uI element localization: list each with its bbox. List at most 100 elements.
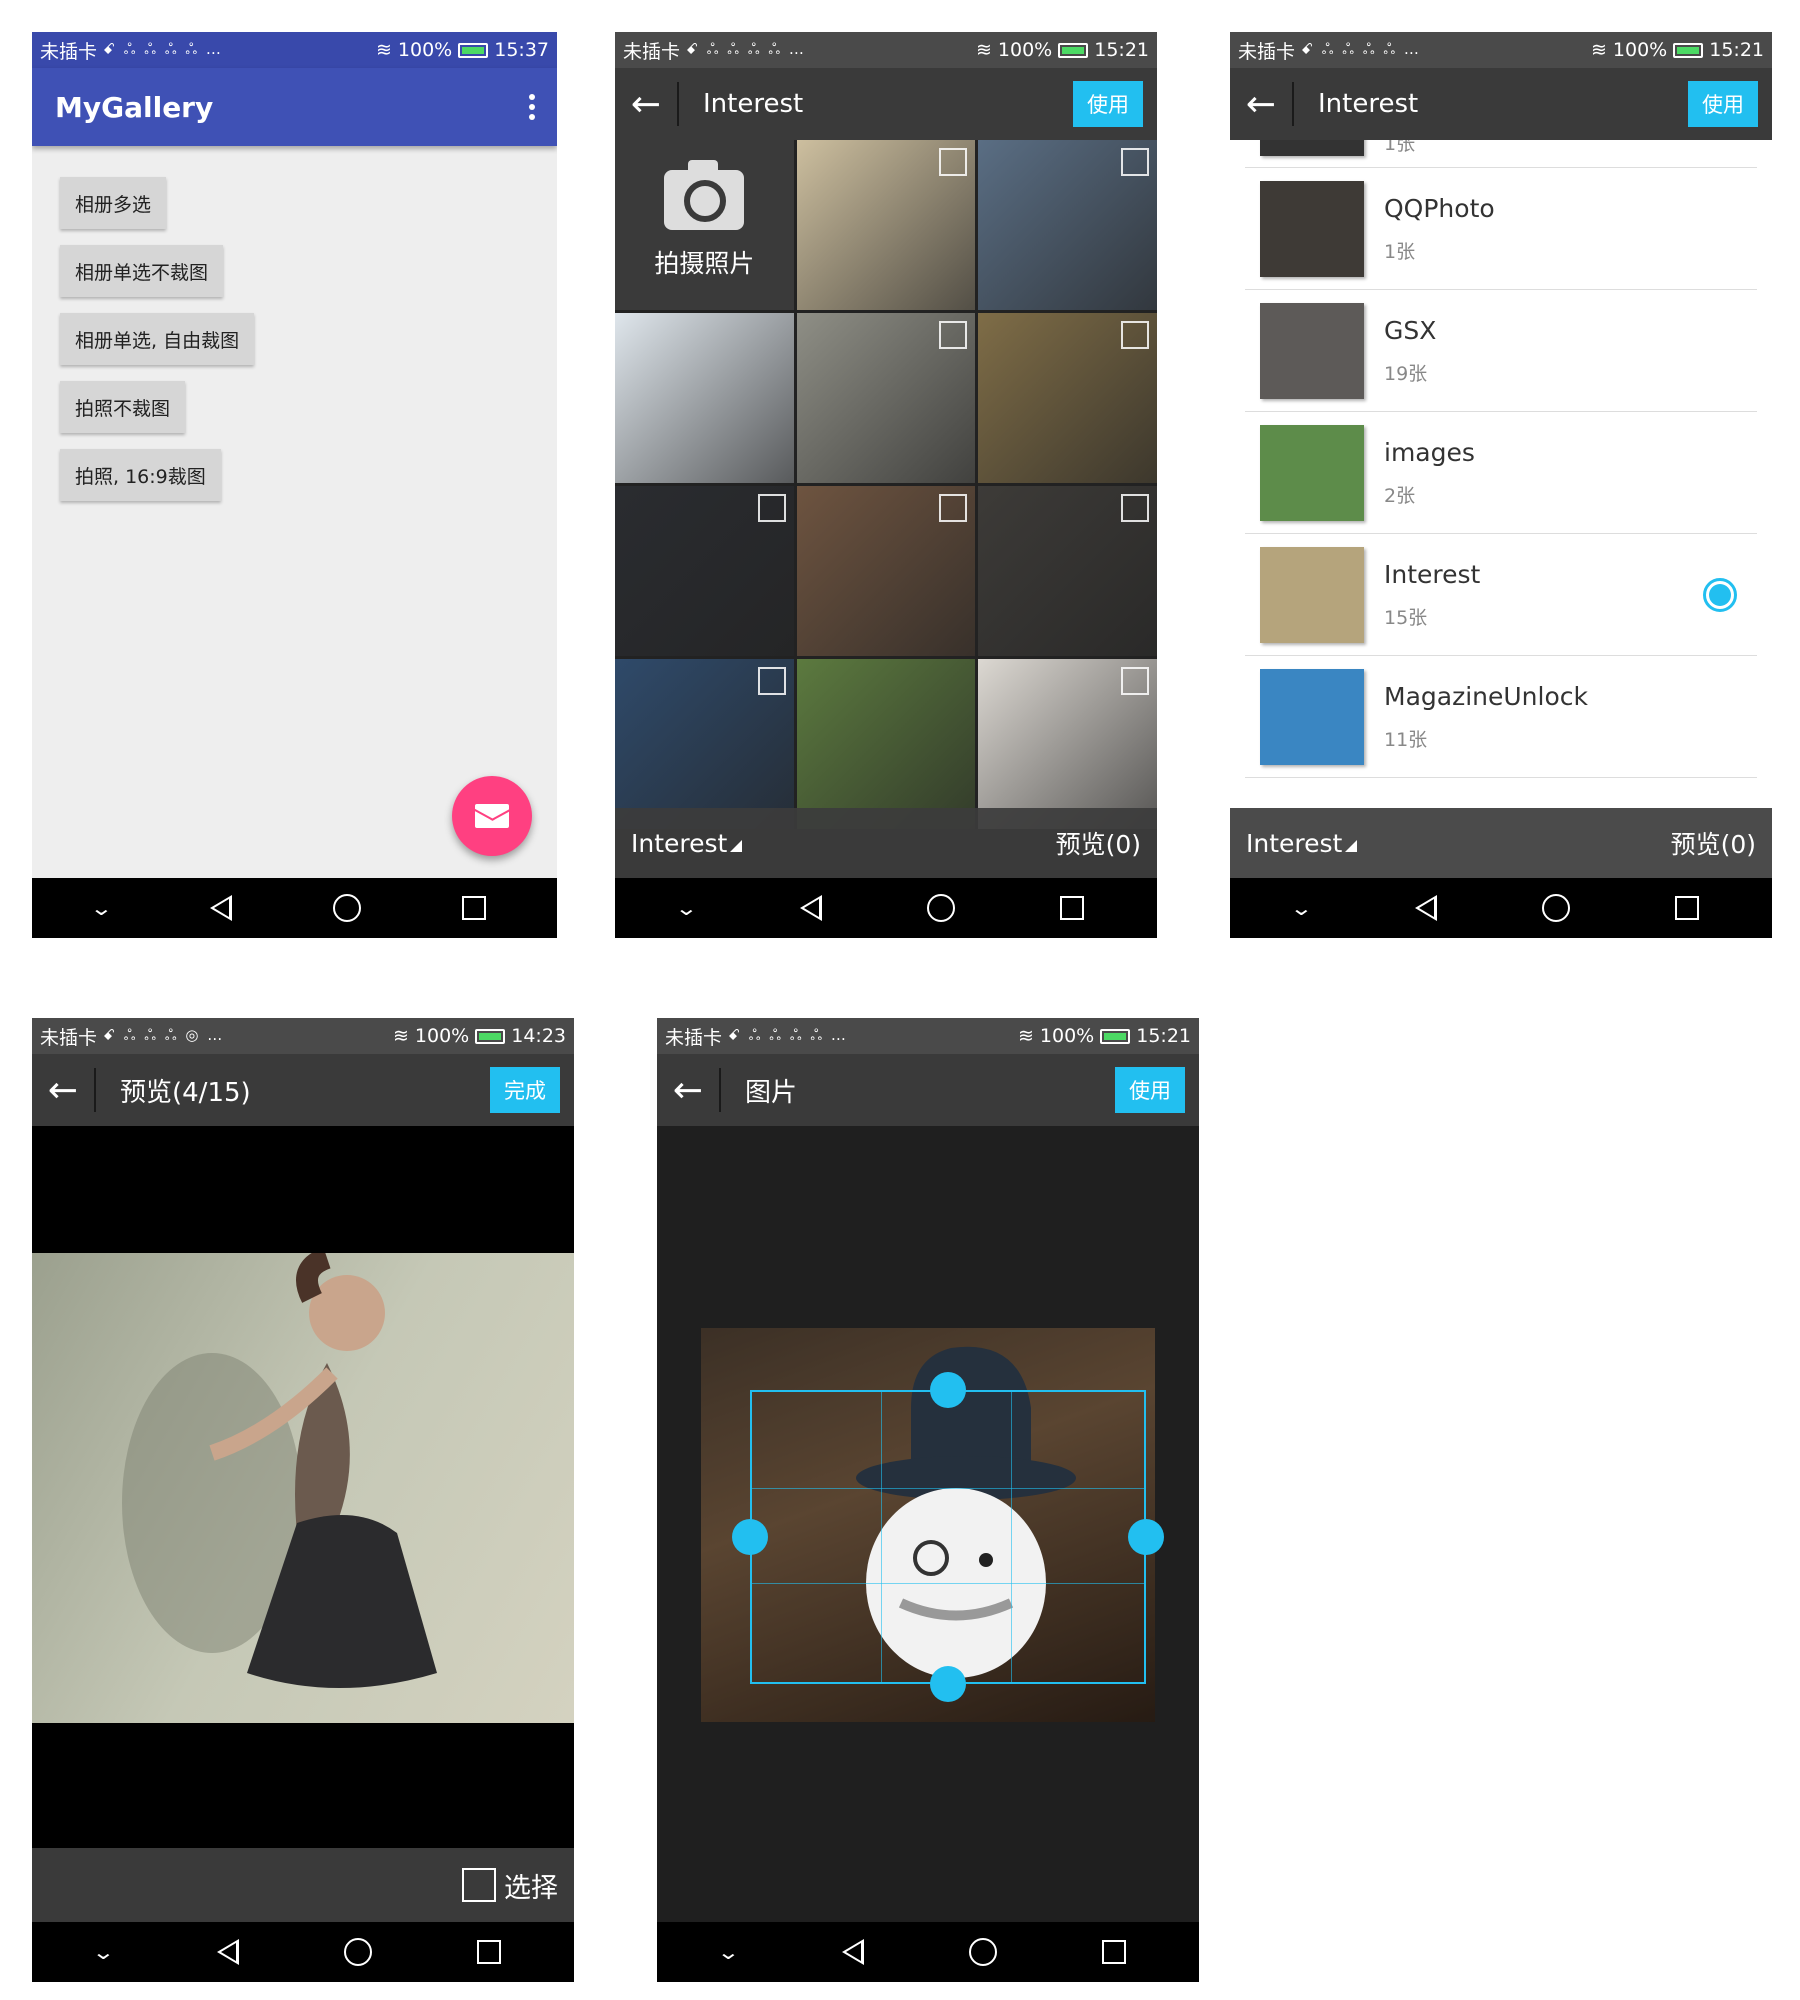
photo-thumbnail[interactable] xyxy=(796,659,976,829)
back-nav-icon[interactable] xyxy=(210,895,233,921)
status-bar: 未插卡 ꗃ ஃ ஃ ஃ ஃ … ≋ 100% 15:21 xyxy=(657,1018,1199,1054)
carrier-label: 未插卡 xyxy=(1238,40,1296,63)
use-button[interactable]: 使用 xyxy=(1073,81,1143,127)
photo-thumbnail[interactable] xyxy=(615,313,794,483)
album-name: GSX xyxy=(1384,315,1437,345)
photo-thumbnail[interactable] xyxy=(796,486,976,656)
album-thumbnail xyxy=(1260,302,1364,399)
recents-nav-icon[interactable] xyxy=(1102,1940,1127,1964)
app-bar: MyGallery xyxy=(32,68,557,146)
home-nav-icon[interactable] xyxy=(344,1938,372,1966)
back-nav-icon[interactable] xyxy=(799,895,822,921)
back-nav-icon[interactable] xyxy=(216,1939,239,1965)
recents-nav-icon[interactable] xyxy=(1675,896,1700,920)
chevron-down-icon[interactable]: ⌄ xyxy=(91,1940,114,1964)
take-photo-label: 拍摄照片 xyxy=(654,249,755,278)
photo-grid: 拍摄照片 xyxy=(615,140,1157,829)
photo-16-9-crop-button[interactable]: 拍照, 16:9裁图 xyxy=(60,449,221,501)
album-thumbnail xyxy=(1260,180,1364,277)
preview-image[interactable] xyxy=(32,1247,574,1723)
album-name: MagazineUnlock xyxy=(1384,681,1588,711)
battery-icon xyxy=(1058,42,1089,58)
crop-handle-right[interactable] xyxy=(1128,1519,1164,1555)
chevron-down-icon[interactable]: ⌄ xyxy=(89,896,112,920)
photo-no-crop-button[interactable]: 拍照不裁图 xyxy=(60,381,186,433)
photo-thumbnail[interactable] xyxy=(978,140,1157,310)
crop-handle-left[interactable] xyxy=(732,1519,768,1555)
email-fab[interactable] xyxy=(452,776,532,856)
take-photo-tile[interactable]: 拍摄照片 xyxy=(615,140,794,310)
back-arrow-icon[interactable]: ← xyxy=(657,1068,721,1112)
title-bar: ← 图片 使用 xyxy=(657,1054,1199,1126)
photo-checkbox[interactable] xyxy=(1121,667,1149,695)
preview-button[interactable]: 预览(0) xyxy=(1671,825,1756,861)
folder-switcher[interactable]: Interest xyxy=(1246,828,1358,858)
use-button[interactable]: 使用 xyxy=(1115,1067,1185,1113)
carrier-label: 未插卡 xyxy=(665,1026,723,1049)
crop-handle-bottom[interactable] xyxy=(930,1666,966,1702)
title-bar: ← Interest 使用 xyxy=(615,68,1157,140)
photo-checkbox[interactable] xyxy=(757,667,786,695)
home-nav-icon[interactable] xyxy=(333,894,362,922)
back-arrow-icon[interactable]: ← xyxy=(32,1068,96,1112)
back-arrow-icon[interactable]: ← xyxy=(1230,82,1294,126)
grid-bottom-bar: Interest 预览(0) xyxy=(615,808,1157,878)
battery-percent: 100% xyxy=(1612,39,1668,61)
system-nav-bar: ⌄ xyxy=(657,1922,1199,1982)
folder-label: Interest xyxy=(1246,828,1343,858)
photo-thumbnail[interactable] xyxy=(978,659,1157,829)
back-nav-icon[interactable] xyxy=(841,1939,864,1965)
carrier-label: 未插卡 xyxy=(40,40,98,63)
photo-thumbnail[interactable] xyxy=(796,313,976,483)
chevron-down-icon[interactable]: ⌄ xyxy=(674,896,697,920)
preview-button[interactable]: 预览(0) xyxy=(1056,825,1141,861)
recents-nav-icon[interactable] xyxy=(477,1940,502,1964)
wifi-icon: ≋ xyxy=(1017,1025,1034,1047)
photo-checkbox[interactable] xyxy=(939,148,968,176)
photo-checkbox[interactable] xyxy=(939,321,968,349)
home-nav-icon[interactable] xyxy=(927,894,955,922)
chevron-down-icon[interactable]: ⌄ xyxy=(716,1940,739,1964)
crop-handle-top[interactable] xyxy=(930,1372,966,1408)
back-arrow-icon[interactable]: ← xyxy=(615,82,679,126)
home-nav-icon[interactable] xyxy=(969,1938,997,1966)
photo-thumbnail[interactable] xyxy=(978,486,1157,656)
folder-switcher[interactable]: Interest xyxy=(631,829,743,858)
album-count: 1张 xyxy=(1384,240,1416,263)
phone-crop-screen: 未插卡 ꗃ ஃ ஃ ஃ ஃ … ≋ 100% 15:21 ← 图片 使用 ⌄ xyxy=(657,1018,1199,1982)
select-checkbox[interactable] xyxy=(462,1868,496,1902)
back-nav-icon[interactable] xyxy=(1414,895,1437,921)
album-item[interactable]: GSX 19张 xyxy=(1245,290,1757,412)
album-item[interactable]: QQPhoto 1张 xyxy=(1245,168,1757,290)
system-nav-bar: ⌄ xyxy=(32,1922,574,1982)
home-nav-icon[interactable] xyxy=(1542,894,1570,922)
recents-nav-icon[interactable] xyxy=(462,896,487,920)
album-thumbnail xyxy=(1260,546,1364,643)
album-name: Interest xyxy=(1384,559,1481,589)
album-item[interactable]: Interest 15张 xyxy=(1245,534,1757,656)
phone-grid-screen: 未插卡 ꗃ ஃ ஃ ஃ ஃ … ≋ 100% 15:21 ← Interest 使用 … xyxy=(615,32,1157,938)
photo-thumbnail[interactable] xyxy=(615,659,794,829)
crop-frame[interactable] xyxy=(750,1390,1146,1684)
overflow-menu-icon[interactable] xyxy=(529,94,535,120)
chevron-down-icon[interactable]: ⌄ xyxy=(1289,896,1312,920)
photo-checkbox[interactable] xyxy=(1121,148,1149,176)
album-selected-radio[interactable] xyxy=(1703,577,1737,612)
system-nav-bar: ⌄ xyxy=(615,878,1157,938)
photo-thumbnail[interactable] xyxy=(796,140,976,310)
single-no-crop-button[interactable]: 相册单选不裁图 xyxy=(60,245,224,297)
use-button[interactable]: 使用 xyxy=(1688,81,1758,127)
single-free-crop-button[interactable]: 相册单选, 自由裁图 xyxy=(60,313,255,365)
photo-checkbox[interactable] xyxy=(1121,321,1149,349)
album-item[interactable]: images 2张 xyxy=(1245,412,1757,534)
photo-thumbnail[interactable] xyxy=(615,486,794,656)
photo-checkbox[interactable] xyxy=(757,494,786,522)
status-icons: ꗃ ஃ ஃ ஃ ஃ … xyxy=(1301,40,1421,58)
recents-nav-icon[interactable] xyxy=(1060,896,1085,920)
album-item[interactable]: MagazineUnlock 11张 xyxy=(1245,656,1757,778)
photo-thumbnail[interactable] xyxy=(978,313,1157,483)
photo-checkbox[interactable] xyxy=(939,494,968,522)
multi-select-button[interactable]: 相册多选 xyxy=(60,177,167,229)
done-button[interactable]: 完成 xyxy=(490,1067,560,1113)
photo-checkbox[interactable] xyxy=(1121,494,1149,522)
